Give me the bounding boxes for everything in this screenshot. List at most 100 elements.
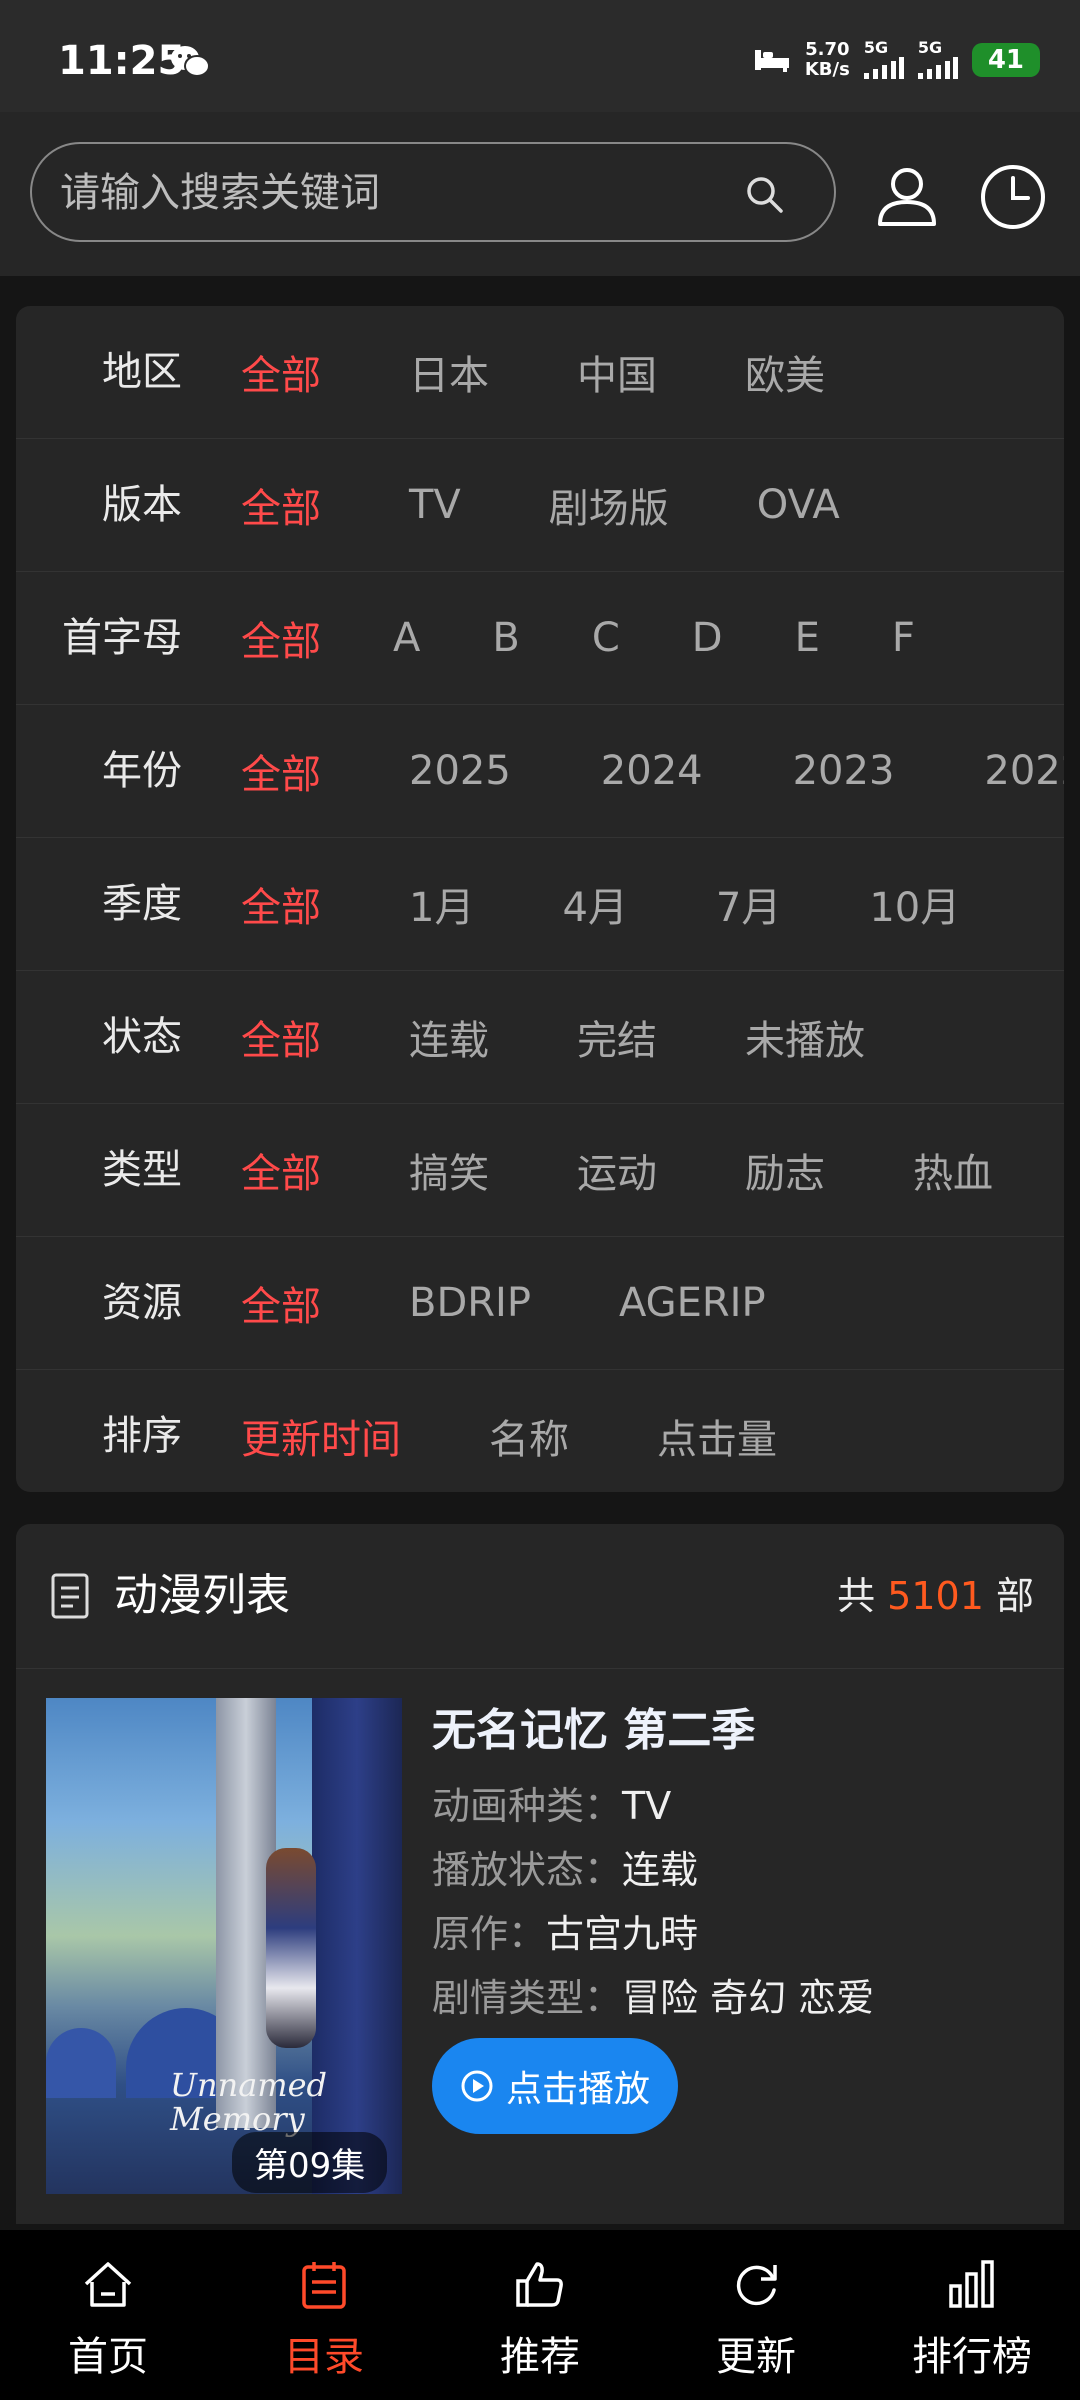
filter-option[interactable]: AGERIP — [619, 1280, 766, 1326]
search-icon[interactable] — [744, 174, 784, 214]
bed-icon — [754, 50, 789, 72]
filter-option[interactable]: BDRIP — [409, 1280, 531, 1326]
filter-option[interactable]: B — [492, 615, 519, 661]
filter-label: 地区 — [102, 349, 182, 395]
status-bar: 11:25 5.70 KB/s 5G 5G 41 — [0, 0, 1080, 112]
status-time: 11:25 — [58, 38, 186, 84]
battery-indicator: 41 — [971, 43, 1040, 77]
meta-status: 播放状态：连载 — [432, 1848, 699, 1892]
anime-info: 无名记忆 第二季 动画种类：TV 播放状态：连载 原作：古宫九時 剧情类型：冒险… — [432, 1694, 874, 2030]
filter-label: 年份 — [102, 748, 182, 794]
filter-label: 资源 — [102, 1280, 182, 1326]
filter-option[interactable]: 2025 — [409, 748, 511, 794]
filter-option[interactable]: 连载 — [409, 1008, 489, 1066]
anime-poster[interactable]: Unnamed Memory 第09集 — [46, 1698, 402, 2194]
filter-option[interactable]: 热血 — [913, 1141, 993, 1199]
filter-option[interactable]: 2024 — [601, 748, 703, 794]
filter-row-initial: 首字母 全部 A B C D E F — [16, 572, 1064, 705]
filter-option[interactable]: 未播放 — [745, 1008, 865, 1066]
filter-option[interactable]: 运动 — [577, 1141, 657, 1199]
filter-label: 版本 — [102, 482, 182, 528]
filter-option[interactable]: 全部 — [241, 609, 321, 667]
filter-row-season: 季度 全部 1月 4月 7月 10月 — [16, 838, 1064, 971]
search-input[interactable] — [58, 144, 742, 242]
filter-option[interactable]: 完结 — [577, 1008, 657, 1066]
filter-label: 类型 — [102, 1147, 182, 1193]
filter-row-version: 版本 全部 TV 剧场版 OVA — [16, 439, 1064, 572]
network-type-1: 5G — [863, 38, 904, 83]
filter-option[interactable]: 更新时间 — [241, 1407, 401, 1465]
catalog-icon — [302, 2262, 346, 2309]
home-icon — [84, 2262, 132, 2307]
nav-home[interactable]: 首页 — [0, 2230, 216, 2400]
list-title: 动漫列表 — [114, 1570, 290, 1621]
top-header — [0, 112, 1080, 276]
filter-option[interactable]: 欧美 — [745, 343, 825, 401]
filter-option[interactable]: C — [592, 615, 620, 661]
thumbs-up-icon — [516, 2262, 563, 2307]
meta-type: 动画种类：TV — [432, 1784, 672, 1828]
filter-option[interactable]: 剧场版 — [549, 476, 669, 534]
net-speed: 5.70 KB/s — [804, 39, 850, 80]
filter-panel: 地区 全部 日本 中国 欧美 版本 全部 TV 剧场版 OVA 首字母 全部 A… — [16, 306, 1064, 1492]
episode-badge: 第09集 — [232, 2132, 388, 2193]
filter-label: 状态 — [102, 1014, 182, 1060]
wechat-icon — [171, 46, 210, 77]
list-count: 共 5101 部 — [837, 1574, 1034, 1618]
poster-logo: Unnamed Memory — [170, 2066, 328, 2138]
filter-label: 季度 — [102, 881, 182, 927]
nav-update[interactable]: 更新 — [648, 2230, 864, 2400]
filter-option[interactable]: 10月 — [869, 875, 960, 933]
filter-option[interactable]: 全部 — [241, 742, 321, 800]
filter-option[interactable]: TV — [409, 482, 461, 528]
filter-option[interactable]: 全部 — [241, 1274, 321, 1332]
filter-label: 首字母 — [62, 615, 182, 661]
play-circle-icon — [461, 2070, 493, 2102]
anime-list-item[interactable]: Unnamed Memory 第09集 无名记忆 第二季 动画种类：TV 播放状… — [16, 1668, 1064, 2224]
filter-option[interactable]: 7月 — [716, 875, 781, 933]
play-button[interactable]: 点击播放 — [432, 2038, 678, 2134]
signal-icon — [863, 56, 904, 79]
filter-option[interactable]: 全部 — [241, 343, 321, 401]
filter-option[interactable]: 点击量 — [657, 1407, 777, 1465]
search-box[interactable] — [30, 142, 836, 242]
filter-row-source: 资源 全部 BDRIP AGERIP — [16, 1237, 1064, 1370]
filter-row-status: 状态 全部 连载 完结 未播放 — [16, 971, 1064, 1104]
list-header: 动漫列表 共 5101 部 — [16, 1524, 1064, 1669]
user-icon[interactable] — [872, 162, 942, 232]
filter-option[interactable]: E — [795, 615, 820, 661]
filter-option[interactable]: D — [692, 615, 723, 661]
nav-recommend[interactable]: 推荐 — [432, 2230, 648, 2400]
filter-option[interactable]: 名称 — [489, 1407, 569, 1465]
filter-option[interactable]: 励志 — [745, 1141, 825, 1199]
filter-row-sort: 排序 更新时间 名称 点击量 — [16, 1370, 1064, 1502]
refresh-icon — [736, 2265, 777, 2306]
filter-option[interactable]: 全部 — [241, 875, 321, 933]
filter-option[interactable]: 全部 — [241, 1141, 321, 1199]
filter-option[interactable]: 搞笑 — [409, 1141, 489, 1199]
filter-option[interactable]: OVA — [757, 482, 840, 528]
filter-option[interactable]: 2023 — [793, 748, 895, 794]
anime-list-panel: 动漫列表 共 5101 部 Unnamed Memory 第09集 无名记忆 第… — [16, 1524, 1064, 2224]
filter-option[interactable]: A — [393, 615, 420, 661]
filter-row-genre: 类型 全部 搞笑 运动 励志 热血 — [16, 1104, 1064, 1237]
meta-author: 原作：古宫九時 — [432, 1912, 699, 1956]
meta-genre: 剧情类型：冒险 奇幻 恋爱 — [432, 1976, 875, 2020]
filter-row-region: 地区 全部 日本 中国 欧美 — [16, 306, 1064, 439]
filter-option[interactable]: 全部 — [241, 476, 321, 534]
signal-icon — [917, 56, 958, 79]
filter-option[interactable]: 中国 — [577, 343, 657, 401]
filter-option[interactable]: 1月 — [409, 875, 474, 933]
filter-option[interactable]: 4月 — [562, 875, 627, 933]
filter-option[interactable]: 2022 — [984, 748, 1064, 794]
nav-catalog[interactable]: 目录 — [216, 2230, 432, 2400]
filter-option[interactable]: 全部 — [241, 1008, 321, 1066]
filter-option[interactable]: 日本 — [409, 343, 489, 401]
filter-label: 排序 — [102, 1413, 182, 1459]
network-type-2: 5G — [917, 38, 958, 83]
anime-title[interactable]: 无名记忆 第二季 — [432, 1694, 874, 1758]
filter-row-year: 年份 全部 2025 2024 2023 2022 — [16, 705, 1064, 838]
history-clock-icon[interactable] — [978, 162, 1048, 232]
nav-ranking[interactable]: 排行榜 — [864, 2230, 1080, 2400]
filter-option[interactable]: F — [892, 615, 915, 661]
